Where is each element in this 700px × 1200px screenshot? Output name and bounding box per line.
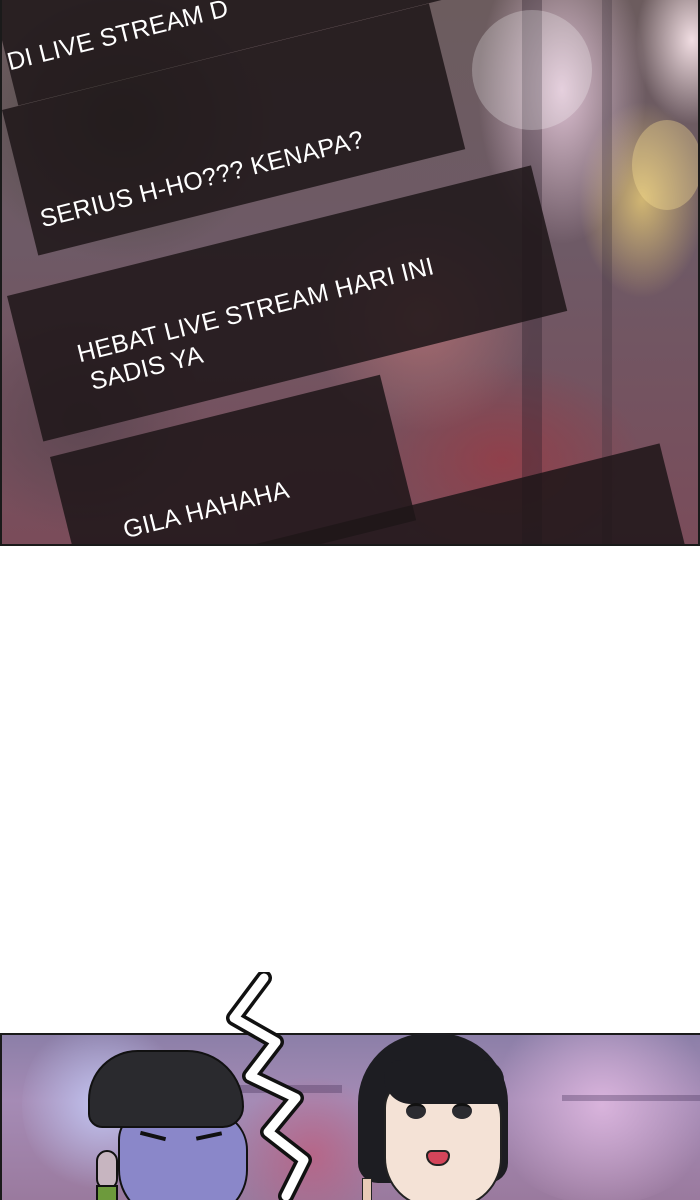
- girl-strap: [362, 1178, 372, 1200]
- girl-eye: [452, 1103, 472, 1119]
- background-light: [632, 120, 698, 210]
- background-light: [472, 10, 592, 130]
- girl-bangs: [384, 1060, 504, 1104]
- background-shelf: [562, 1095, 700, 1101]
- chat-panel: DI LIVE STREAM D SERIUS H-HO??? KENAPA? …: [0, 0, 700, 546]
- boy-ear: [96, 1150, 118, 1190]
- webtoon-page: DI LIVE STREAM D SERIUS H-HO??? KENAPA? …: [0, 0, 700, 1200]
- boy-collar: [96, 1185, 118, 1200]
- background-light: [482, 1035, 700, 1200]
- girl-eye: [406, 1103, 426, 1119]
- shock-scribble-icon: [226, 972, 312, 1200]
